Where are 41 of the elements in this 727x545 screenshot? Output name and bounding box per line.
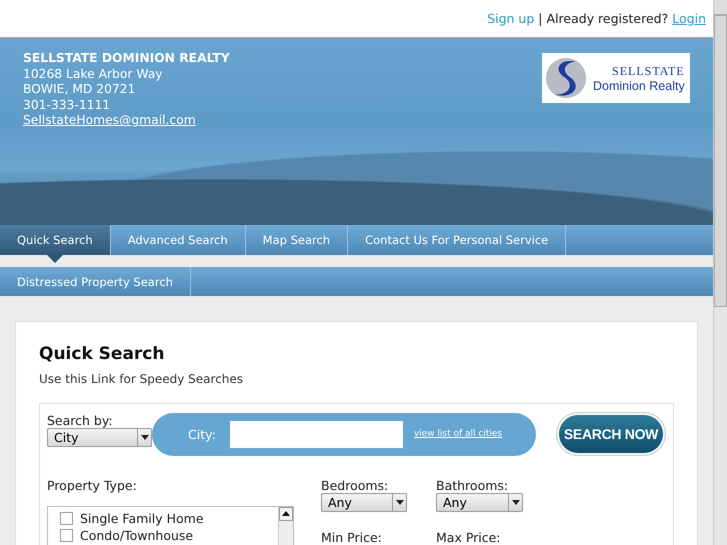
scroll-up-icon: [279, 507, 293, 521]
search-now-button[interactable]: SEARCH NOW: [559, 415, 663, 453]
city-input-field[interactable]: [230, 420, 403, 448]
sign-up-link[interactable]: Sign up: [487, 11, 534, 26]
city-label: City:: [188, 426, 216, 442]
active-tab-pointer-icon: [46, 255, 63, 263]
separator-text: |: [538, 11, 543, 26]
section-subtitle: Use this Link for Speedy Searches: [39, 372, 244, 386]
address-line: 301-333-1111: [23, 98, 110, 114]
search-by-label: Search by:: [47, 413, 114, 428]
nav-tab[interactable]: Map Search: [246, 225, 348, 255]
nav-tab[interactable]: Advanced Search: [110, 225, 245, 255]
dropdown-icon: [140, 435, 148, 440]
bedrooms-select[interactable]: Any: [321, 493, 407, 512]
address-line: BOWIE, MD 20721: [23, 82, 136, 98]
option-label: Single Family Home: [80, 511, 204, 526]
bathrooms-select[interactable]: Any: [436, 493, 523, 512]
registered-text: Already registered?: [546, 11, 668, 26]
logo-brand-text: SELLSTATE: [612, 64, 685, 78]
view-cities-link[interactable]: view list of all cities: [414, 429, 502, 439]
max-price-label: Max Price:: [436, 530, 502, 545]
dropdown-icon: [396, 500, 404, 505]
bathrooms-label: Bathrooms:: [436, 478, 510, 493]
property-type-label: Property Type:: [47, 478, 138, 493]
min-price-label: Min Price:: [321, 530, 383, 545]
email-link[interactable]: SellstateHomes@gmail.com: [23, 113, 196, 129]
option-label: Condo/Townhouse: [80, 528, 194, 543]
checkbox[interactable]: [60, 512, 73, 525]
page-scrollbar[interactable]: [713, 0, 727, 545]
nav-tab[interactable]: Contact Us For Personal Service: [348, 225, 566, 255]
bedrooms-label: Bedrooms:: [321, 478, 390, 493]
checkbox[interactable]: [60, 529, 73, 542]
search-by-select[interactable]: City: [47, 428, 152, 447]
nav-tab[interactable]: Distressed Property Search: [0, 267, 190, 296]
company-name: SELLSTATE DOMINION REALTY: [23, 51, 230, 67]
section-title: Quick Search: [39, 344, 166, 364]
nav-tab[interactable]: Quick Search: [0, 225, 110, 255]
logo-subtitle-text: Dominion Realty: [593, 78, 685, 92]
address-line: 10268 Lake Arbor Way: [23, 66, 163, 82]
login-link[interactable]: Login: [672, 11, 706, 26]
dropdown-icon: [512, 500, 520, 505]
